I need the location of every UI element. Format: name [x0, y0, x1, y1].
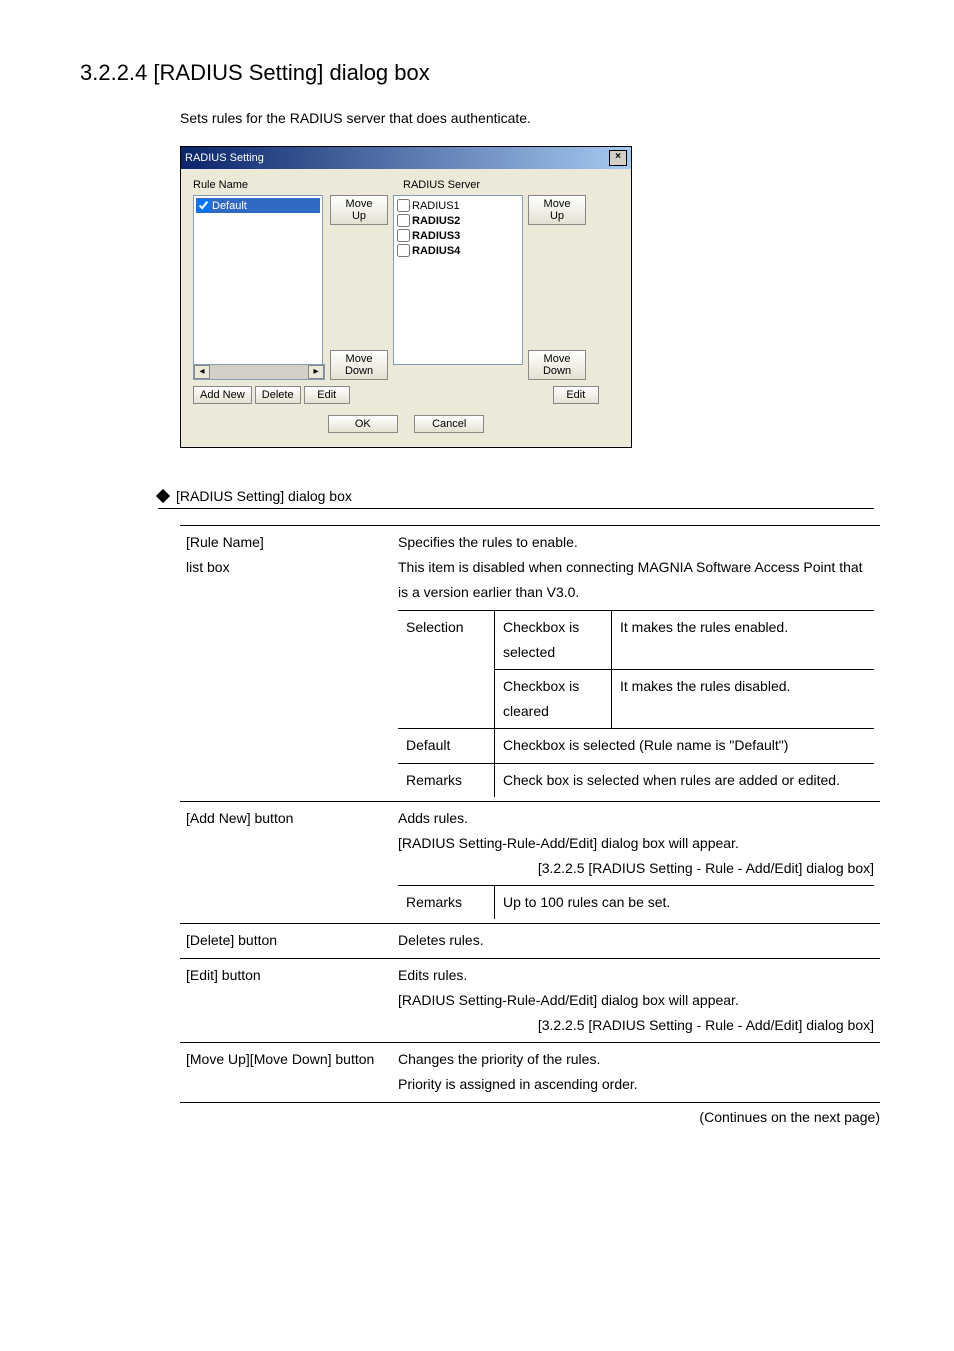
cancel-button[interactable]: Cancel: [414, 415, 484, 433]
add-new-button[interactable]: Add New: [193, 386, 252, 404]
radius-setting-dialog: RADIUS Setting × Rule Name RADIUS Server…: [180, 146, 632, 448]
radius-server-listbox[interactable]: RADIUS1 RADIUS2 RADIUS3 RADIUS4: [393, 195, 523, 365]
ok-button[interactable]: OK: [328, 415, 398, 433]
rule-edit-button[interactable]: Edit: [304, 386, 350, 404]
close-icon[interactable]: ×: [609, 150, 627, 166]
param-desc: Changes the priority of the rules. Prior…: [392, 1043, 880, 1102]
radius-server-label: RADIUS Server: [403, 179, 480, 191]
rule-item-default[interactable]: Default: [196, 198, 320, 213]
server-item-radius4[interactable]: RADIUS4: [396, 243, 520, 258]
server-move-down-button[interactable]: Move Down: [528, 350, 586, 380]
rule-move-up-button[interactable]: Move Up: [330, 195, 388, 225]
section-heading: 3.2.2.4 [RADIUS Setting] dialog box: [80, 60, 874, 86]
rule-name-label: Rule Name: [193, 179, 403, 191]
cell: Remarks: [398, 886, 495, 920]
server-item-label: RADIUS2: [412, 215, 460, 227]
server-item-label: RADIUS4: [412, 245, 460, 257]
cell: Default: [398, 729, 495, 763]
scroll-right-icon[interactable]: ▸: [308, 365, 324, 379]
server-item-checkbox[interactable]: [397, 199, 410, 212]
cell: It makes the rules disabled.: [612, 669, 875, 728]
doc-table: [Rule Name] list box Specifies the rules…: [180, 525, 880, 1103]
cross-ref-link: [3.2.2.5 [RADIUS Setting - Rule - Add/Ed…: [398, 1013, 874, 1038]
rule-name-listbox[interactable]: Default: [193, 195, 323, 365]
sub-heading: [RADIUS Setting] dialog box: [176, 488, 352, 504]
param-name: [Delete] button: [180, 924, 392, 958]
param-desc: Specifies the rules to enable. This item…: [392, 526, 880, 802]
server-item-label: RADIUS3: [412, 230, 460, 242]
bullet-icon: [156, 489, 170, 503]
server-item-label: RADIUS1: [412, 200, 460, 212]
server-item-radius2[interactable]: RADIUS2: [396, 213, 520, 228]
server-edit-button[interactable]: Edit: [553, 386, 599, 404]
param-desc: Adds rules. [RADIUS Setting-Rule-Add/Edi…: [392, 801, 880, 924]
server-item-radius1[interactable]: RADIUS1: [396, 198, 520, 213]
cell: It makes the rules enabled.: [612, 610, 875, 669]
param-name: [Add New] button: [180, 801, 392, 924]
server-item-checkbox[interactable]: [397, 244, 410, 257]
cell: Selection: [398, 610, 495, 729]
cell: Up to 100 rules can be set.: [495, 886, 875, 920]
dialog-title: RADIUS Setting: [185, 152, 609, 164]
scroll-left-icon[interactable]: ◂: [194, 365, 210, 379]
cross-ref-link: [3.2.2.5 [RADIUS Setting - Rule - Add/Ed…: [398, 856, 874, 881]
param-name: [Rule Name] list box: [180, 526, 392, 802]
server-item-checkbox[interactable]: [397, 214, 410, 227]
cell: Remarks: [398, 763, 495, 797]
cell: Checkbox is selected (Rule name is "Defa…: [495, 729, 875, 763]
server-item-checkbox[interactable]: [397, 229, 410, 242]
server-item-radius3[interactable]: RADIUS3: [396, 228, 520, 243]
cell: Check box is selected when rules are add…: [495, 763, 875, 797]
param-name: [Move Up][Move Down] button: [180, 1043, 392, 1102]
delete-button[interactable]: Delete: [255, 386, 301, 404]
param-name: [Edit] button: [180, 958, 392, 1043]
param-desc: Deletes rules.: [392, 924, 880, 958]
continues-note: (Continues on the next page): [180, 1109, 880, 1125]
rule-item-checkbox[interactable]: [197, 199, 210, 212]
param-desc: Edits rules. [RADIUS Setting-Rule-Add/Ed…: [392, 958, 880, 1043]
horizontal-scrollbar[interactable]: ◂ ▸: [193, 364, 325, 380]
rule-move-down-button[interactable]: Move Down: [330, 350, 388, 380]
cell: Checkbox is selected: [495, 610, 612, 669]
cell: Checkbox is cleared: [495, 669, 612, 728]
server-move-up-button[interactable]: Move Up: [528, 195, 586, 225]
rule-item-label: Default: [212, 200, 247, 212]
intro-text: Sets rules for the RADIUS server that do…: [180, 110, 874, 126]
